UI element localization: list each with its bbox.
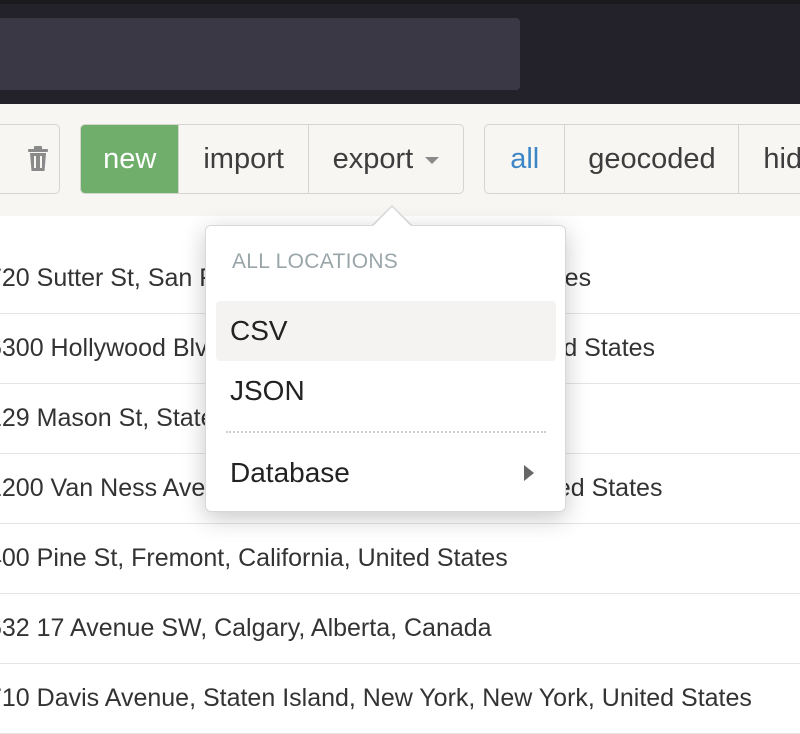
dropdown-divider bbox=[226, 431, 546, 433]
export-database-item[interactable]: Database bbox=[216, 443, 556, 503]
export-csv-item[interactable]: CSV bbox=[216, 301, 556, 361]
filter-tabs: all geocoded hid bbox=[484, 124, 800, 194]
address-text: 632 17 Avenue SW, Calgary, Alberta, Cana… bbox=[0, 614, 492, 642]
new-button[interactable]: new bbox=[81, 125, 180, 193]
dropdown-header: ALL LOCATIONS bbox=[232, 250, 399, 273]
delete-button[interactable] bbox=[0, 125, 59, 193]
export-dropdown-menu: ALL LOCATIONS CSV JSON Database bbox=[205, 225, 566, 512]
list-item[interactable]: 710 Davis Avenue, Staten Island, New Yor… bbox=[0, 664, 800, 734]
export-json-item[interactable]: JSON bbox=[216, 361, 556, 421]
chevron-right-icon bbox=[524, 465, 534, 481]
list-item[interactable]: 400 Pine St, Fremont, California, United… bbox=[0, 524, 800, 594]
list-item[interactable]: 632 17 Avenue SW, Calgary, Alberta, Cana… bbox=[0, 594, 800, 664]
dropdown-pointer-fill bbox=[373, 207, 411, 226]
import-button[interactable]: import bbox=[179, 125, 309, 193]
database-label: Database bbox=[230, 457, 350, 488]
trash-icon bbox=[1, 146, 49, 172]
action-button-group: new import export bbox=[80, 124, 464, 194]
top-bar bbox=[0, 0, 800, 104]
search-input[interactable] bbox=[0, 18, 520, 90]
export-label: export bbox=[332, 142, 414, 175]
delete-group bbox=[0, 124, 60, 194]
address-text: 400 Pine St, Fremont, California, United… bbox=[0, 544, 508, 572]
tab-geocoded[interactable]: geocoded bbox=[565, 125, 740, 193]
address-text: 710 Davis Avenue, Staten Island, New Yor… bbox=[0, 684, 752, 712]
chevron-down-icon bbox=[425, 156, 440, 164]
toolbar: new import export all geocoded hid bbox=[0, 104, 800, 216]
export-button[interactable]: export bbox=[309, 125, 463, 193]
tab-all[interactable]: all bbox=[485, 125, 566, 193]
tab-hidden[interactable]: hid bbox=[739, 125, 800, 193]
